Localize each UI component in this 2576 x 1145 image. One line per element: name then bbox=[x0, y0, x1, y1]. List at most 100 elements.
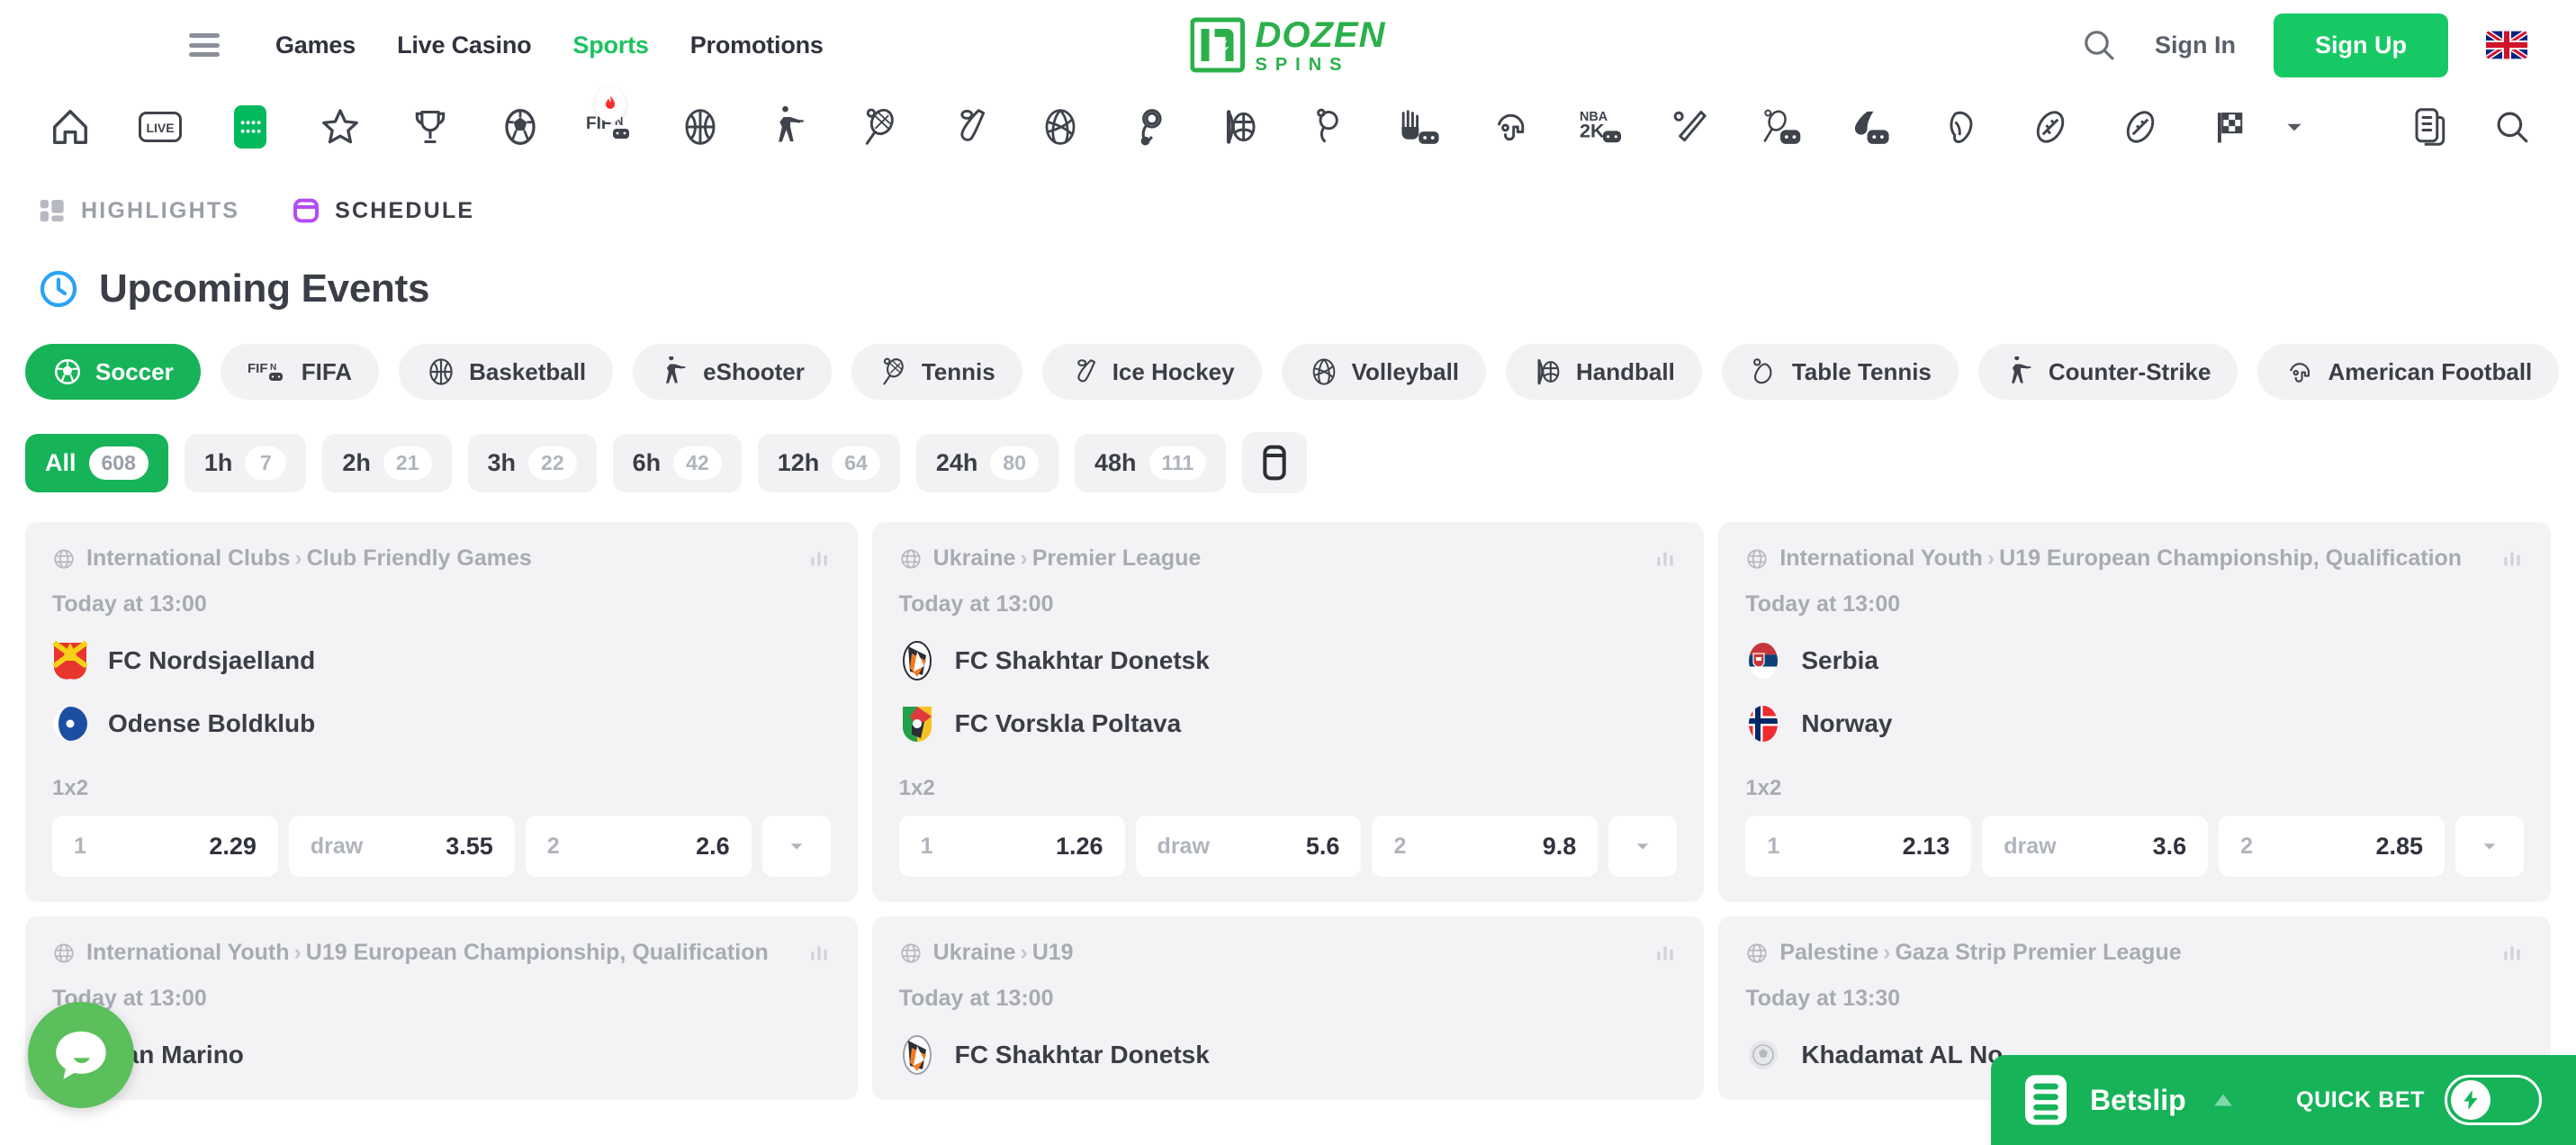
rail-rugby-icon[interactable] bbox=[2005, 99, 2095, 155]
time-chip-3h[interactable]: 3h 22 bbox=[467, 433, 597, 492]
ehockey-icon bbox=[1854, 111, 1889, 144]
odds-button-home[interactable]: 1 2.13 bbox=[1745, 816, 1972, 877]
sport-chip-volleyball[interactable]: Volleyball bbox=[1281, 344, 1487, 400]
rail-ebasketball-icon[interactable] bbox=[1375, 99, 1465, 155]
time-chip-all[interactable]: All 608 bbox=[25, 433, 168, 492]
rail-table-tennis-icon[interactable] bbox=[1105, 99, 1195, 155]
event-card[interactable]: International Clubs › Club Friendly Games … bbox=[25, 522, 858, 902]
rail-basketball-icon[interactable] bbox=[655, 99, 745, 155]
events-grid: International Clubs › Club Friendly Games … bbox=[0, 493, 2576, 902]
rail-e-table-tennis-icon[interactable] bbox=[1285, 99, 1375, 155]
statistics-icon[interactable] bbox=[807, 547, 831, 571]
rail-boxing-icon[interactable] bbox=[1915, 99, 2005, 155]
event-card[interactable]: Ukraine › Premier League Today at 13:00 FC… bbox=[871, 522, 1705, 902]
fire-badge bbox=[595, 86, 626, 122]
rail-handball-icon[interactable] bbox=[1195, 99, 1285, 155]
sign-up-button[interactable]: Sign Up bbox=[2274, 13, 2448, 77]
rail-soccer-icon[interactable] bbox=[475, 99, 565, 155]
rail-counter-strike-icon[interactable] bbox=[745, 99, 835, 155]
sport-chip-basketball[interactable]: Basketball bbox=[399, 344, 614, 400]
odds-button-home[interactable]: 1 1.26 bbox=[898, 816, 1125, 877]
event-card[interactable]: Ukraine › U19 Today at 13:00 FC Shakhtar D… bbox=[871, 916, 1705, 1100]
chat-widget-button[interactable] bbox=[28, 1002, 134, 1108]
rail-cricket-icon[interactable] bbox=[1645, 99, 1735, 155]
sport-chip-eshooter[interactable]: eShooter bbox=[633, 344, 832, 400]
sport-chip-handball[interactable]: Handball bbox=[1506, 344, 1702, 400]
rail-motorsport-icon[interactable] bbox=[2185, 99, 2275, 155]
time-chip-6h[interactable]: 6h 42 bbox=[612, 433, 742, 492]
statistics-icon[interactable] bbox=[1653, 942, 1677, 965]
calendar-filter-button[interactable] bbox=[1242, 432, 1308, 493]
event-home-team: Serbia bbox=[1745, 641, 2524, 681]
sport-chip-american-football[interactable]: American Football bbox=[2257, 344, 2560, 400]
statistics-icon[interactable] bbox=[2500, 547, 2524, 571]
rail-etennis-icon[interactable] bbox=[1735, 99, 1825, 155]
rail-tennis-icon[interactable] bbox=[835, 99, 925, 155]
more-markets-button[interactable] bbox=[2455, 816, 2524, 877]
more-markets-button[interactable] bbox=[761, 816, 831, 877]
rail-home-icon[interactable] bbox=[25, 99, 115, 155]
sign-in-button[interactable]: Sign In bbox=[2155, 32, 2236, 59]
odds-key: draw bbox=[1157, 833, 1210, 859]
sport-chip-soccer[interactable]: Soccer bbox=[25, 344, 201, 400]
time-chip-2h[interactable]: 2h 21 bbox=[322, 433, 452, 492]
chevron-down-icon[interactable] bbox=[2283, 115, 2306, 139]
quick-bet-toggle[interactable] bbox=[2445, 1075, 2542, 1125]
team-name: Khadamat AL No bbox=[1801, 1041, 2004, 1068]
odds-button-draw[interactable]: draw 3.55 bbox=[288, 816, 515, 877]
rail-aussie-rules-icon[interactable] bbox=[2095, 99, 2185, 155]
sport-chip-tennis[interactable]: Tennis bbox=[851, 344, 1022, 400]
trophy-icon bbox=[415, 110, 446, 144]
rail-schedule-icon[interactable] bbox=[205, 99, 295, 155]
sport-chip-fifa[interactable]: FIF N FIFA bbox=[220, 344, 380, 400]
event-league: Ukraine › Premier League bbox=[932, 545, 1202, 571]
odds-button-draw[interactable]: draw 3.6 bbox=[1982, 816, 2209, 877]
sport-chip-counter-strike[interactable]: Counter-Strike bbox=[1977, 344, 2238, 400]
nav-item-promotions[interactable]: Promotions bbox=[690, 32, 824, 59]
chevron-up-icon[interactable] bbox=[2211, 1091, 2235, 1109]
event-card-header: Palestine › Gaza Strip Premier League bbox=[1745, 940, 2524, 966]
rail-nba2k-icon[interactable]: NBA 2K bbox=[1555, 99, 1645, 155]
search-icon[interactable] bbox=[2081, 27, 2117, 63]
betslip-bar[interactable]: Betslip QUICK BET bbox=[1991, 1055, 2576, 1145]
basketball-icon bbox=[685, 109, 716, 145]
rail-fifa-icon[interactable]: FIF N bbox=[565, 86, 655, 155]
statistics-icon[interactable] bbox=[2500, 942, 2524, 965]
search-icon[interactable] bbox=[2493, 108, 2531, 146]
rail-volleyball-icon[interactable] bbox=[1015, 99, 1105, 155]
nav-item-games[interactable]: Games bbox=[275, 32, 356, 59]
time-chip-24h[interactable]: 24h 80 bbox=[915, 433, 1058, 492]
results-icon[interactable] bbox=[2410, 106, 2448, 148]
rail-live-icon[interactable]: LIVE bbox=[115, 99, 205, 155]
rail-star-icon[interactable] bbox=[295, 99, 385, 155]
time-chip-1h[interactable]: 1h 7 bbox=[184, 433, 307, 492]
sport-chip-ice-hockey[interactable]: Ice Hockey bbox=[1041, 344, 1262, 400]
nav-item-sports[interactable]: Sports bbox=[572, 32, 649, 59]
more-markets-button[interactable] bbox=[1608, 816, 1678, 877]
time-chip-12h[interactable]: 12h 64 bbox=[757, 433, 900, 492]
event-card[interactable]: International Youth › U19 European Champio… bbox=[1718, 522, 2551, 902]
rail-american-football-icon[interactable] bbox=[1465, 99, 1555, 155]
nav-item-live-casino[interactable]: Live Casino bbox=[397, 32, 532, 59]
rail-trophy-icon[interactable] bbox=[385, 99, 475, 155]
sport-chip-table-tennis[interactable]: Table Tennis bbox=[1721, 344, 1959, 400]
site-logo[interactable]: DOZEN SPINS bbox=[1190, 17, 1386, 74]
rail-ehockey-icon[interactable] bbox=[1825, 99, 1915, 155]
rail-ice-hockey-icon[interactable] bbox=[925, 99, 1015, 155]
statistics-icon[interactable] bbox=[807, 942, 831, 965]
event-card-header: International Clubs › Club Friendly Games bbox=[52, 545, 831, 572]
event-time: Today at 13:00 bbox=[52, 986, 207, 1011]
event-card[interactable]: International Youth › U19 European Champio… bbox=[25, 916, 858, 1100]
odds-button-away[interactable]: 2 9.8 bbox=[1372, 816, 1599, 877]
tab-schedule[interactable]: SCHEDULE bbox=[292, 196, 474, 225]
time-chip-48h[interactable]: 48h 111 bbox=[1074, 433, 1227, 492]
odds-button-away[interactable]: 2 2.85 bbox=[2219, 816, 2445, 877]
event-away-team: Odense Boldklub bbox=[52, 704, 831, 744]
menu-burger-button[interactable] bbox=[189, 33, 220, 57]
odds-button-home[interactable]: 1 2.29 bbox=[52, 816, 278, 877]
tab-highlights[interactable]: HIGHLIGHTS bbox=[38, 196, 239, 225]
odds-button-draw[interactable]: draw 5.6 bbox=[1135, 816, 1362, 877]
statistics-icon[interactable] bbox=[1653, 547, 1677, 571]
odds-button-away[interactable]: 2 2.6 bbox=[525, 816, 752, 877]
uk-flag-icon[interactable] bbox=[2486, 31, 2527, 59]
